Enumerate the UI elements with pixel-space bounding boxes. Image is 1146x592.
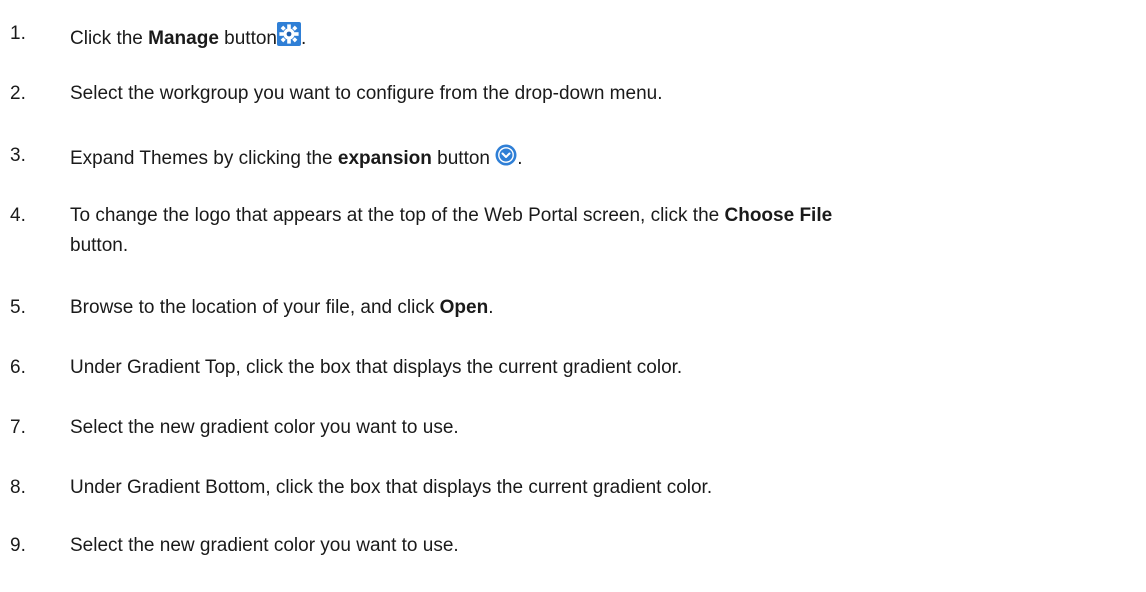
expand-chevron-icon — [495, 144, 517, 173]
step-number: 6. — [10, 357, 26, 378]
step-text: Under Gradient Bottom, click the box tha… — [70, 477, 713, 498]
step-number: 9. — [10, 535, 26, 556]
step-text: To change the logo that appears at the t… — [70, 205, 833, 256]
open-label: Open — [439, 297, 489, 318]
step-text: Select the new gradient color you want t… — [70, 417, 459, 438]
step-text: Browse to the location of your file, and… — [70, 297, 494, 318]
step-text: Click the Manage button . — [70, 22, 306, 53]
step-text: Expand Themes by clicking the expansion … — [70, 144, 523, 173]
step-number: 3. — [10, 145, 26, 166]
step-text: Select the workgroup you want to configu… — [70, 83, 663, 104]
step-number: 4. — [10, 205, 26, 226]
manage-label: Manage — [148, 28, 219, 49]
step-text: Select the new gradient color you want t… — [70, 535, 459, 556]
step-text: Under Gradient Top, click the box that d… — [70, 357, 683, 378]
step-number: 2. — [10, 83, 26, 104]
step-number: 1. — [10, 23, 26, 44]
manage-gear-icon — [277, 22, 301, 53]
expansion-label: expansion — [337, 148, 432, 169]
step-number: 5. — [10, 297, 26, 318]
choose-file-label: Choose File — [724, 205, 833, 226]
step-number: 8. — [10, 477, 26, 498]
step-number: 7. — [10, 417, 26, 438]
